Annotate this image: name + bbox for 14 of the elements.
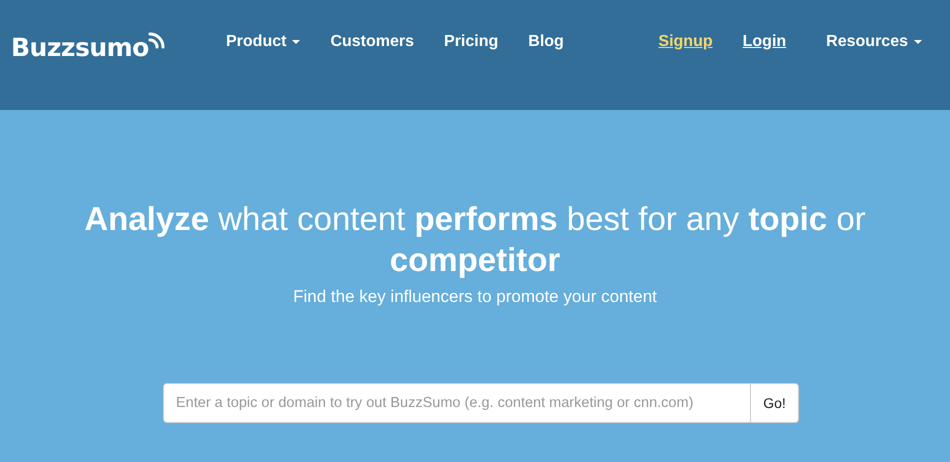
search-field[interactable]: Enter a topic or domain to try out BuzzSumo (e.g. content marketing or cnn.com) Go! [163,383,799,423]
caret-icon [292,40,300,44]
headline: Analyze what content performs best for any topic or competitor [83,199,867,280]
nav-item[interactable]: Customers [330,33,414,51]
caret-icon [914,40,922,44]
go-button[interactable]: Go! [750,384,798,422]
nav-item[interactable]: Pricing [444,33,498,51]
nav-dropdown[interactable]: Resources [826,33,922,51]
subtitle: Find the key influencers to promote your content [293,287,657,307]
nav-link[interactable]: Login [742,33,786,51]
nav-item[interactable]: Blog [528,33,564,51]
nav-link[interactable]: Signup [658,33,713,51]
logo-text[interactable]: Buzzsumo [11,33,149,63]
nav-dropdown[interactable]: Product [226,33,300,51]
